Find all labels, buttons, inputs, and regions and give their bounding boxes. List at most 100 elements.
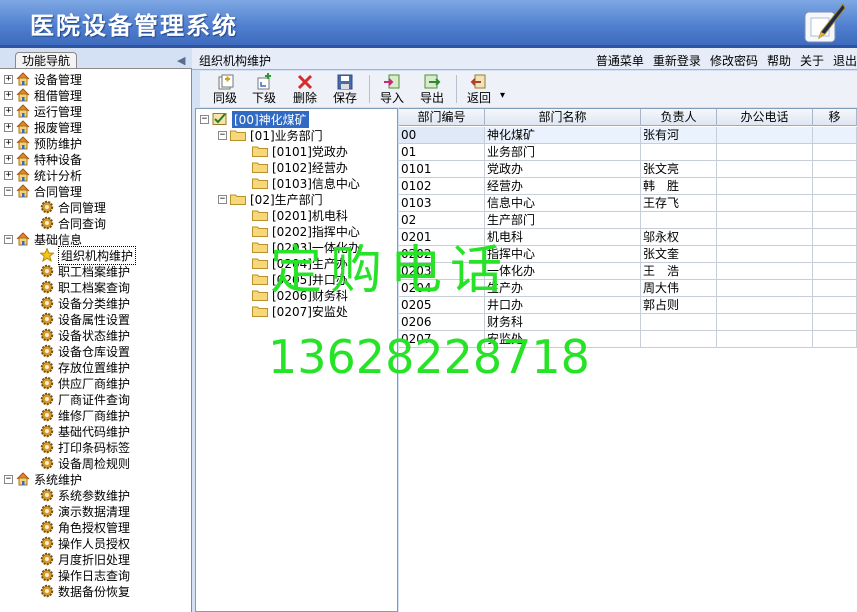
table-cell[interactable]: 0101 <box>399 161 485 178</box>
table-cell[interactable] <box>813 263 857 280</box>
table-cell[interactable] <box>813 195 857 212</box>
expand-toggle-icon[interactable]: + <box>4 170 13 180</box>
nav-item[interactable]: 供应厂商维护 <box>40 375 130 391</box>
nav-group[interactable]: − 合同管理 <box>4 183 82 199</box>
table-cell[interactable]: 经营办 <box>485 178 641 195</box>
nav-item[interactable]: 月度折旧处理 <box>40 551 130 567</box>
nav-item[interactable]: 角色授权管理 <box>40 519 130 535</box>
table-row[interactable]: 0206 财务科 <box>399 314 857 331</box>
table-cell[interactable] <box>717 229 813 246</box>
nav-item[interactable]: 打印条码标签 <box>40 439 130 455</box>
table-cell[interactable] <box>813 178 857 195</box>
table-cell[interactable]: 0102 <box>399 178 485 195</box>
tree-node[interactable]: [0103]信息中心 <box>252 175 360 191</box>
table-cell[interactable]: 周大伟 <box>641 280 717 297</box>
menu-relogin[interactable]: 重新登录 <box>653 52 701 69</box>
expand-toggle-icon[interactable]: + <box>4 122 13 132</box>
nav-item[interactable]: 操作日志查询 <box>40 567 130 583</box>
table-cell[interactable] <box>813 314 857 331</box>
tree-node[interactable]: [0207]安监处 <box>252 303 348 319</box>
nav-item[interactable]: 合同查询 <box>40 215 106 231</box>
table-cell[interactable]: 02 <box>399 212 485 229</box>
menu-exit[interactable]: 退出 <box>833 52 857 69</box>
expand-toggle-icon[interactable]: + <box>4 154 13 164</box>
table-cell[interactable] <box>717 195 813 212</box>
table-cell[interactable] <box>717 144 813 161</box>
column-header[interactable]: 部门编号 <box>399 109 485 126</box>
nav-group[interactable]: + 预防维护 <box>4 135 82 151</box>
delete-button[interactable]: 删除 <box>285 71 325 107</box>
table-cell[interactable] <box>717 161 813 178</box>
nav-item[interactable]: 数据备份恢复 <box>40 583 130 599</box>
table-row[interactable]: 0102 经营办韩 胜 <box>399 178 857 195</box>
table-cell[interactable] <box>813 229 857 246</box>
menu-change-password[interactable]: 修改密码 <box>710 52 758 69</box>
table-cell[interactable] <box>813 297 857 314</box>
nav-item[interactable]: 演示数据清理 <box>40 503 130 519</box>
tree-node[interactable]: − [02]生产部门 <box>218 191 323 207</box>
table-cell[interactable]: 韩 胜 <box>641 178 717 195</box>
table-cell[interactable]: 张有河 <box>641 127 717 144</box>
table-row[interactable]: 02 生产部门 <box>399 212 857 229</box>
table-row[interactable]: 01 业务部门 <box>399 144 857 161</box>
table-cell[interactable] <box>641 212 717 229</box>
collapse-toggle-icon[interactable]: − <box>218 130 227 140</box>
tree-node[interactable]: [0201]机电科 <box>252 207 348 223</box>
nav-item[interactable]: 组织机构维护 <box>40 245 137 265</box>
table-cell[interactable]: 王存飞 <box>641 195 717 212</box>
column-header[interactable]: 移 <box>813 109 857 126</box>
nav-group[interactable]: + 运行管理 <box>4 103 82 119</box>
table-cell[interactable] <box>813 212 857 229</box>
nav-item[interactable]: 设备状态维护 <box>40 327 130 343</box>
add-child-button[interactable]: 下级 <box>244 71 284 107</box>
collapse-nav-icon[interactable]: ◀ <box>177 54 185 67</box>
nav-group[interactable]: + 报废管理 <box>4 119 82 135</box>
tree-node[interactable]: − [01]业务部门 <box>218 127 323 143</box>
save-button[interactable]: 保存 <box>325 71 365 107</box>
table-cell[interactable]: 党政办 <box>485 161 641 178</box>
nav-item[interactable]: 存放位置维护 <box>40 359 130 375</box>
menu-help[interactable]: 帮助 <box>767 52 791 69</box>
nav-item[interactable]: 设备分类维护 <box>40 295 130 311</box>
table-cell[interactable]: 00 <box>399 127 485 144</box>
table-cell[interactable] <box>813 127 857 144</box>
nav-group[interactable]: − 系统维护 <box>4 471 82 487</box>
table-cell[interactable] <box>641 314 717 331</box>
table-cell[interactable]: 张文亮 <box>641 161 717 178</box>
menu-normal-menu[interactable]: 普通菜单 <box>596 52 644 69</box>
table-row[interactable]: 0103 信息中心 王存飞 <box>399 195 857 212</box>
table-cell[interactable] <box>813 280 857 297</box>
nav-group[interactable]: + 设备管理 <box>4 71 82 87</box>
table-cell[interactable]: 0206 <box>399 314 485 331</box>
table-cell[interactable] <box>813 161 857 178</box>
table-cell[interactable] <box>641 144 717 161</box>
export-button[interactable]: 导出 <box>412 71 452 107</box>
expand-toggle-icon[interactable]: + <box>4 74 13 84</box>
table-cell[interactable]: 信息中心 <box>485 195 641 212</box>
table-cell[interactable] <box>717 280 813 297</box>
tree-node[interactable]: [0101]党政办 <box>252 143 348 159</box>
table-cell[interactable]: 生产部门 <box>485 212 641 229</box>
table-cell[interactable]: 01 <box>399 144 485 161</box>
table-cell[interactable] <box>717 314 813 331</box>
nav-item[interactable]: 维修厂商维护 <box>40 407 130 423</box>
expand-toggle-icon[interactable]: + <box>4 138 13 148</box>
nav-item[interactable]: 系统参数维护 <box>40 487 130 503</box>
nav-item[interactable]: 职工档案维护 <box>40 263 130 279</box>
table-cell[interactable]: 0103 <box>399 195 485 212</box>
back-dropdown-icon[interactable]: ▾ <box>500 90 505 101</box>
table-cell[interactable] <box>813 144 857 161</box>
table-cell[interactable]: 财务科 <box>485 314 641 331</box>
collapse-toggle-icon[interactable]: − <box>4 234 13 244</box>
table-row[interactable]: 0101 党政办 张文亮 <box>399 161 857 178</box>
column-header[interactable]: 办公电话 <box>717 109 813 126</box>
table-cell[interactable] <box>717 331 813 348</box>
table-cell[interactable] <box>717 297 813 314</box>
table-cell[interactable]: 王 浩 <box>641 263 717 280</box>
column-header[interactable]: 部门名称 <box>485 109 641 126</box>
nav-item[interactable]: 厂商证件查询 <box>40 391 130 407</box>
table-cell[interactable]: 郭占则 <box>641 297 717 314</box>
table-cell[interactable] <box>717 246 813 263</box>
table-cell[interactable]: 业务部门 <box>485 144 641 161</box>
table-cell[interactable]: 张文奎 <box>641 246 717 263</box>
